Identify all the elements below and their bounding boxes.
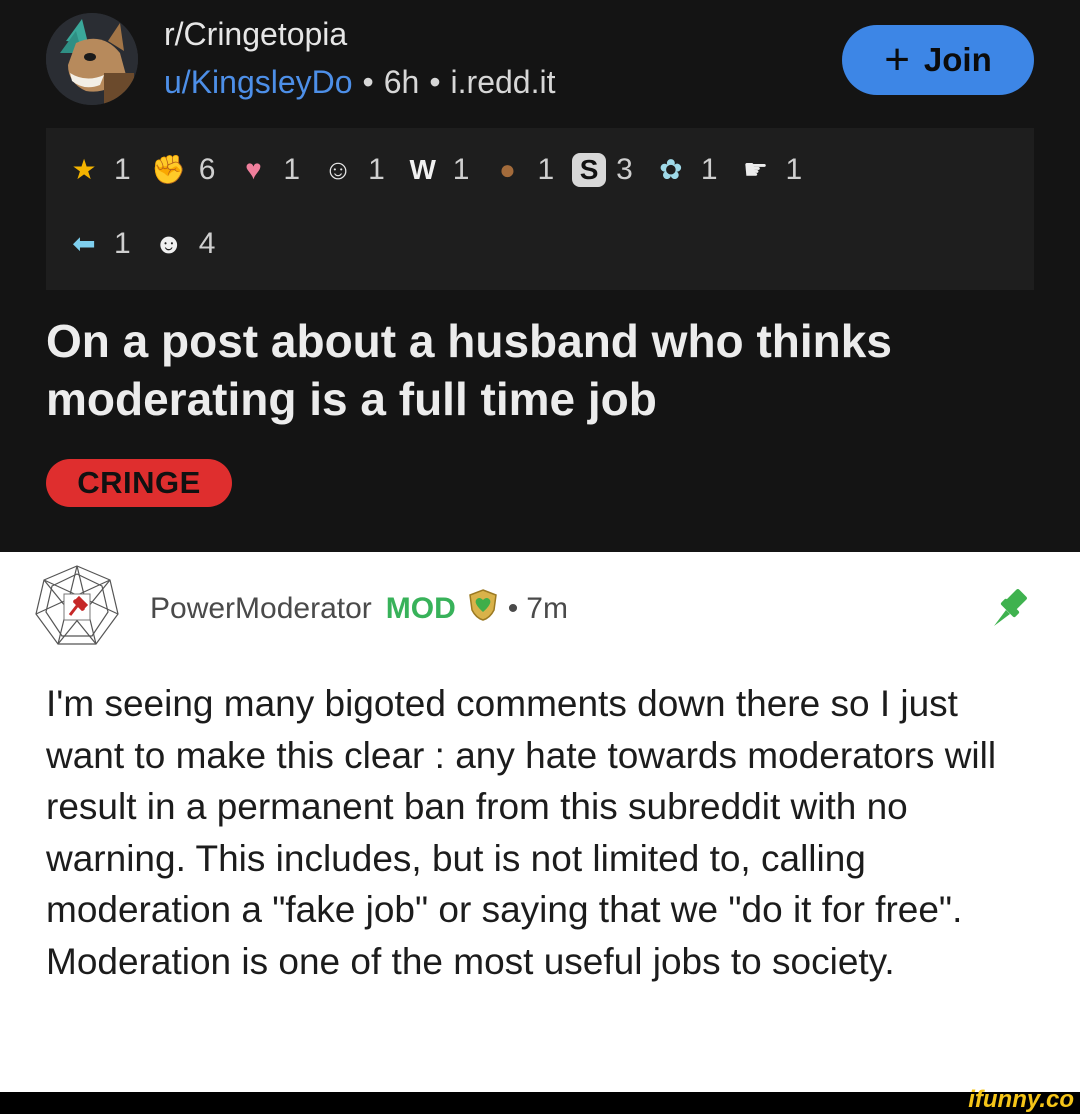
award-count: 1 [114, 153, 131, 186]
award-item[interactable]: ☺ 1 [318, 150, 385, 190]
post-domain[interactable]: i.redd.it [451, 64, 556, 100]
pointing-hand-award-icon: ☛ [742, 154, 769, 185]
award-item[interactable]: ♥ 1 [233, 150, 300, 190]
award-item[interactable]: ✊ 6 [149, 150, 216, 190]
post-meta: u/KingsleyDo • 6h • i.redd.it [164, 64, 555, 101]
comment-author[interactable]: PowerModerator [150, 592, 372, 626]
award-item[interactable]: ★ 1 [64, 150, 131, 190]
award-count: 6 [198, 153, 216, 186]
award-count: 4 [198, 227, 216, 260]
award-item[interactable]: S 3 [572, 153, 633, 187]
pin-icon [988, 584, 1034, 630]
award-count: 1 [283, 153, 301, 186]
award-count: 1 [537, 153, 555, 186]
footer-bar [0, 1092, 1080, 1112]
subreddit-name[interactable]: r/Cringetopia [164, 16, 347, 53]
subreddit-avatar[interactable] [46, 13, 138, 105]
comment-separator: • [507, 592, 519, 625]
helpful-hands-award-icon: ✊ [151, 154, 187, 185]
award-count: 1 [785, 153, 803, 186]
award-item[interactable]: W 1 [403, 150, 470, 190]
award-item[interactable]: ✿ 1 [651, 150, 718, 190]
post-flair-badge[interactable]: CRINGE [46, 459, 232, 507]
award-count: 3 [616, 153, 633, 186]
comment-header: PowerModerator MOD • 7m [150, 588, 568, 630]
author-username[interactable]: u/KingsleyDo [164, 64, 353, 100]
comment-age: 7m [526, 592, 568, 625]
bear-award-icon: ● [498, 154, 516, 185]
award-item[interactable]: ● 1 [487, 150, 554, 190]
geometric-pin-avatar-icon [35, 565, 119, 645]
dollar-coin-award-icon: S [572, 153, 607, 187]
meta-separator: • [429, 64, 441, 100]
join-button[interactable]: + Join [842, 25, 1034, 95]
meta-separator: • [362, 64, 374, 100]
gold-star-award-icon: ★ [71, 154, 97, 185]
join-label: Join [923, 41, 992, 78]
post-title[interactable]: On a post about a husband who thinks mod… [46, 312, 1036, 428]
angel-award-icon: ✿ [659, 154, 683, 185]
pinned-comment-section: PowerModerator MOD • 7m I'm seeing many … [0, 552, 1080, 1092]
bunny-ears-award-icon: W [409, 154, 436, 185]
face-award-icon: ☻ [153, 228, 184, 259]
award-count: 1 [700, 153, 718, 186]
snoo-award-icon: ☺ [323, 154, 353, 185]
moderator-avatar[interactable] [30, 560, 124, 654]
award-item[interactable]: ☛ 1 [736, 150, 803, 190]
wholesome-heart-award-icon: ♥ [245, 154, 262, 185]
arrow-award-icon: ⬅ [72, 228, 96, 259]
awards-row-2: ⬅ 1 ☻ 4 [64, 224, 233, 264]
award-item[interactable]: ☻ 4 [149, 224, 216, 264]
watermark-logo: ifunny.co [968, 1086, 1074, 1113]
plus-icon: + [884, 35, 910, 84]
awards-panel[interactable]: ★ 1 ✊ 6 ♥ 1 ☺ 1 W 1 ● 1 S 3 ✿ 1 ☛ 1 ⬅ 1 … [46, 128, 1034, 290]
award-count: 1 [452, 153, 470, 186]
award-count: 1 [368, 153, 385, 186]
comment-body: I'm seeing many bigoted comments down th… [46, 683, 997, 982]
award-item[interactable]: ⬅ 1 [64, 224, 131, 264]
award-count: 1 [114, 227, 131, 260]
post-age: 6h [383, 64, 420, 100]
mod-badge: MOD [385, 592, 456, 625]
mod-shield-icon [466, 588, 500, 630]
awards-row-1: ★ 1 ✊ 6 ♥ 1 ☺ 1 W 1 ● 1 S 3 ✿ 1 ☛ 1 [64, 150, 820, 190]
wolf-avatar-icon [46, 13, 138, 105]
post-header-section: r/Cringetopia u/KingsleyDo • 6h • i.redd.it … [0, 0, 1080, 552]
